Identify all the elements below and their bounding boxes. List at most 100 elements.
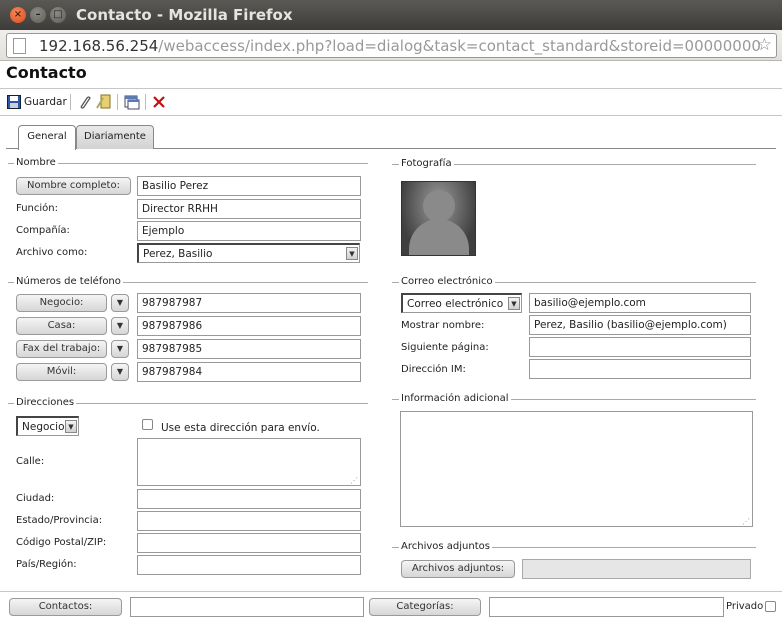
tab-diariamente[interactable]: Diariamente bbox=[76, 125, 154, 149]
attachments-field bbox=[522, 559, 751, 579]
phone-home-dropdown[interactable]: ▼ bbox=[111, 317, 129, 335]
toolbar-separator bbox=[145, 94, 146, 110]
info-legend: Información adicional bbox=[399, 393, 511, 404]
private-label: Privado bbox=[726, 601, 764, 612]
foto-legend: Fotografía bbox=[399, 158, 454, 169]
funcion-label: Función: bbox=[16, 203, 58, 214]
display-name-field[interactable]: Perez, Basilio (basilio@ejemplo.com) bbox=[529, 315, 751, 335]
delete-button[interactable] bbox=[152, 92, 166, 112]
file-as-select[interactable]: Perez, Basilio ▼ bbox=[137, 243, 360, 263]
avatar-head bbox=[423, 190, 455, 222]
address-book-button[interactable] bbox=[96, 92, 112, 112]
city-field[interactable] bbox=[137, 489, 361, 509]
window-title: Contacto - Mozilla Firefox bbox=[76, 6, 293, 24]
avatar-body bbox=[409, 219, 469, 255]
window-close-button[interactable]: × bbox=[10, 7, 26, 23]
chevron-down-icon: ▼ bbox=[508, 297, 520, 310]
address-book-icon bbox=[96, 94, 111, 109]
siguiente-label: Siguiente página: bbox=[401, 342, 489, 353]
file-as-value: Perez, Basilio bbox=[143, 248, 213, 260]
window-minimize-button[interactable]: – bbox=[30, 7, 46, 23]
phone-fax-dropdown[interactable]: ▼ bbox=[111, 340, 129, 358]
tab-bar: General Diariamente bbox=[6, 125, 776, 150]
correo-legend: Correo electrónico bbox=[399, 276, 495, 287]
email-type-select[interactable]: Correo electrónico ▼ bbox=[401, 293, 522, 313]
url-host: 192.168.56.254 bbox=[39, 37, 159, 55]
im-address-field[interactable] bbox=[529, 359, 751, 379]
chevron-down-icon: ▼ bbox=[65, 420, 77, 433]
attachments-button[interactable]: Archivos adjuntos: bbox=[401, 560, 515, 578]
attach-button[interactable] bbox=[77, 92, 91, 112]
phone-home-field[interactable]: 987987986 bbox=[137, 316, 361, 336]
group-line bbox=[8, 163, 368, 164]
resize-grip-icon[interactable]: ⋰ bbox=[742, 518, 750, 526]
phone-mobile-field[interactable]: 987987984 bbox=[137, 362, 361, 382]
page-icon bbox=[13, 38, 26, 54]
phone-fax-field[interactable]: 987987985 bbox=[137, 339, 361, 359]
street-textarea[interactable]: ⋰ bbox=[137, 438, 361, 486]
ciudad-label: Ciudad: bbox=[16, 493, 55, 504]
phone-mobile-dropdown[interactable]: ▼ bbox=[111, 363, 129, 381]
save-button-label: Guardar bbox=[24, 96, 67, 108]
private-checkbox[interactable] bbox=[765, 601, 776, 612]
save-button[interactable]: Guardar bbox=[7, 92, 67, 112]
shipping-address-label: Use esta dirección para envío. bbox=[161, 422, 320, 434]
phone-mobile-button[interactable]: Móvil: bbox=[16, 363, 107, 381]
telefonos-legend: Números de teléfono bbox=[14, 276, 123, 287]
calle-label: Calle: bbox=[16, 456, 45, 467]
phone-home-button[interactable]: Casa: bbox=[16, 317, 107, 335]
tab-general[interactable]: General bbox=[18, 125, 76, 150]
full-name-field[interactable]: Basilio Perez bbox=[137, 176, 361, 196]
address-type-select[interactable]: Negocio ▼ bbox=[16, 416, 79, 436]
paperclip-icon bbox=[80, 96, 91, 109]
address-type-value: Negocio bbox=[22, 421, 65, 433]
delete-x-icon bbox=[153, 96, 165, 108]
contacts-field[interactable] bbox=[130, 597, 364, 617]
categories-field[interactable] bbox=[489, 597, 724, 617]
full-name-button[interactable]: Nombre completo: bbox=[16, 177, 131, 195]
email-type-value: Correo electrónico bbox=[407, 298, 504, 310]
shipping-address-checkbox[interactable] bbox=[142, 419, 153, 430]
zip-field[interactable] bbox=[137, 533, 361, 553]
direcciones-legend: Direcciones bbox=[14, 397, 77, 408]
estado-label: Estado/Provincia: bbox=[16, 515, 103, 526]
navigation-bar: 192.168.56.254/webaccess/index.php?load=… bbox=[0, 30, 782, 61]
categories-button[interactable]: Categorías: bbox=[369, 598, 481, 616]
compania-label: Compañía: bbox=[16, 225, 70, 236]
compania-field[interactable]: Ejemplo bbox=[137, 221, 361, 241]
nombre-legend: Nombre bbox=[14, 157, 58, 168]
pais-label: País/Región: bbox=[16, 559, 77, 570]
cp-label: Código Postal/ZIP: bbox=[16, 537, 107, 548]
window-maximize-button[interactable]: □ bbox=[50, 7, 66, 23]
toolbar-separator bbox=[117, 94, 118, 110]
floppy-disk-icon bbox=[7, 95, 21, 109]
bookmark-star-icon[interactable]: ☆ bbox=[757, 35, 772, 55]
page-title: Contacto bbox=[6, 63, 87, 82]
url-input[interactable]: 192.168.56.254/webaccess/index.php?load=… bbox=[6, 33, 777, 58]
divider bbox=[0, 115, 782, 116]
country-field[interactable] bbox=[137, 555, 361, 575]
resize-grip-icon[interactable]: ⋰ bbox=[350, 477, 358, 485]
funcion-field[interactable]: Director RRHH bbox=[137, 199, 361, 219]
adjuntos-legend: Archivos adjuntos bbox=[399, 541, 492, 552]
toolbar: Guardar bbox=[0, 89, 782, 115]
phone-fax-button[interactable]: Fax del trabajo: bbox=[16, 340, 107, 358]
contacts-button[interactable]: Contactos: bbox=[9, 598, 122, 616]
mostrar-label: Mostrar nombre: bbox=[401, 320, 485, 331]
url-path: /webaccess/index.php?load=dialog&task=co… bbox=[158, 37, 761, 55]
im-label: Dirección IM: bbox=[401, 364, 466, 375]
print-button[interactable] bbox=[124, 92, 140, 112]
phone-business-dropdown[interactable]: ▼ bbox=[111, 294, 129, 312]
chevron-down-icon: ▼ bbox=[346, 247, 358, 260]
contact-photo[interactable] bbox=[401, 181, 476, 256]
email-field[interactable]: basilio@ejemplo.com bbox=[529, 293, 751, 313]
phone-business-field[interactable]: 987987987 bbox=[137, 293, 361, 313]
notes-textarea[interactable]: ⋰ bbox=[400, 411, 753, 527]
state-field[interactable] bbox=[137, 511, 361, 531]
phone-business-button[interactable]: Negocio: bbox=[16, 294, 107, 312]
toolbar-separator bbox=[70, 94, 71, 110]
webpage-field[interactable] bbox=[529, 337, 751, 357]
window-titlebar: × – □ Contacto - Mozilla Firefox bbox=[0, 0, 782, 30]
divider bbox=[0, 591, 782, 592]
window-list-icon bbox=[124, 95, 140, 110]
